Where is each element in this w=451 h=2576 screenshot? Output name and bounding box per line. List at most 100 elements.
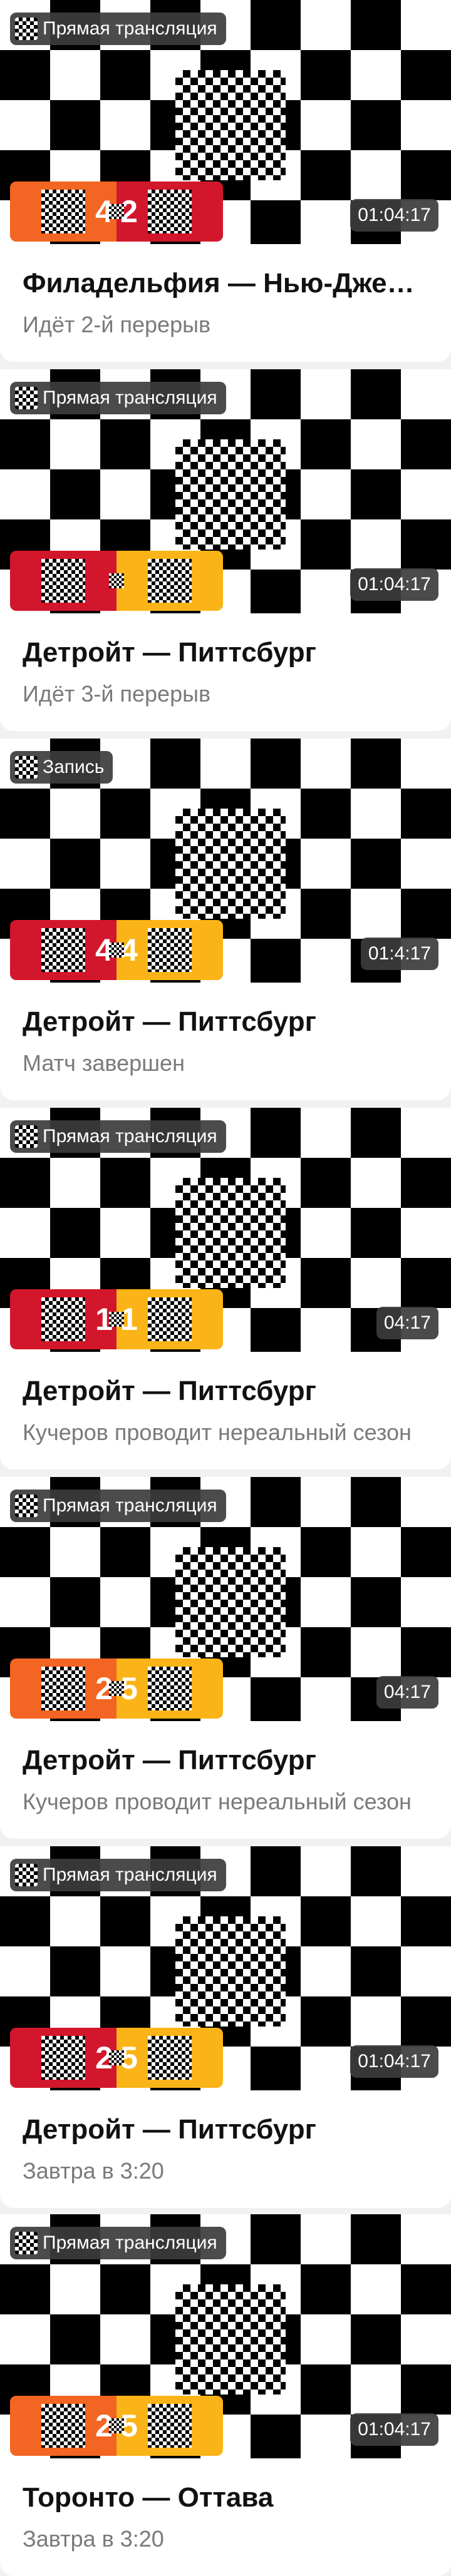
- score-separator-icon: [109, 573, 124, 588]
- broadcast-icon: [15, 18, 38, 40]
- video-card[interactable]: Прямая трансляция 1 1 04:17 Детройт — Пи…: [0, 1108, 451, 1469]
- video-card[interactable]: Прямая трансляция 2 5 01:04:17 Детройт —…: [0, 1846, 451, 2208]
- team-home: [10, 551, 117, 611]
- video-thumbnail[interactable]: Прямая трансляция 1 1 04:17: [0, 1108, 451, 1352]
- broadcast-badge: Прямая трансляция: [10, 1490, 226, 1522]
- broadcast-badge: Прямая трансляция: [10, 1859, 226, 1891]
- thumbnail-pattern: [175, 2284, 286, 2395]
- video-subtitle: Кучеров проводит нереальный сезон: [23, 1419, 412, 1445]
- score-board: 4 4: [10, 920, 223, 980]
- video-duration: 04:17: [376, 1307, 438, 1339]
- video-thumbnail[interactable]: Запись 4 4 01:4:17: [0, 739, 451, 983]
- broadcast-badge: Прямая трансляция: [10, 1120, 226, 1153]
- score-separator-icon: [109, 1681, 124, 1696]
- video-card[interactable]: Прямая трансляция 4 2 01:04:17 Филадельф…: [0, 0, 451, 362]
- team-away: 2: [117, 181, 223, 242]
- video-thumbnail[interactable]: Прямая трансляция 2 5 01:04:17: [0, 2214, 451, 2458]
- badge-label: Прямая трансляция: [43, 1126, 217, 1147]
- team-away: 5: [117, 2396, 223, 2456]
- team-home: 2: [10, 1659, 117, 1719]
- video-title[interactable]: Детройт — Питтсбург: [23, 2114, 430, 2145]
- video-thumbnail[interactable]: Прямая трансляция 4 2 01:04:17: [0, 0, 451, 244]
- badge-label: Прямая трансляция: [43, 2232, 217, 2253]
- video-card[interactable]: Прямая трансляция 2 5 01:04:17 Торонто —…: [0, 2214, 451, 2576]
- thumbnail-pattern: [175, 439, 286, 549]
- broadcast-icon: [15, 2232, 38, 2254]
- score-separator-icon: [109, 2050, 124, 2065]
- broadcast-icon: [15, 387, 38, 409]
- video-duration: 01:04:17: [350, 199, 438, 232]
- score-separator-icon: [109, 2418, 124, 2433]
- badge-label: Прямая трансляция: [43, 1495, 217, 1516]
- video-subtitle: Завтра в 3:20: [23, 2526, 164, 2552]
- team-home: 4: [10, 920, 117, 980]
- thumbnail-pattern: [175, 809, 286, 919]
- badge-label: Прямая трансляция: [43, 18, 217, 39]
- video-card[interactable]: Запись 4 4 01:4:17 Детройт — Питтсбург М…: [0, 739, 451, 1100]
- video-duration: 01:4:17: [360, 938, 438, 970]
- broadcast-badge: Прямая трансляция: [10, 2227, 226, 2259]
- video-thumbnail[interactable]: Прямая трансляция 01:04:17: [0, 369, 451, 613]
- team-home-logo-icon: [41, 1667, 85, 1710]
- broadcast-icon: [15, 1864, 38, 1886]
- video-title[interactable]: Детройт — Питтсбург: [23, 1745, 430, 1776]
- video-duration: 01:04:17: [350, 568, 438, 601]
- video-duration: 01:04:17: [350, 2413, 438, 2446]
- team-home-logo-icon: [41, 1297, 85, 1341]
- video-title[interactable]: Детройт — Питтсбург: [23, 1006, 430, 1038]
- video-card[interactable]: Прямая трансляция 2 5 04:17 Детройт — Пи…: [0, 1477, 451, 1839]
- video-subtitle: Матч завершен: [23, 1050, 185, 1076]
- score-separator-icon: [109, 1312, 124, 1327]
- badge-label: Прямая трансляция: [43, 1864, 217, 1885]
- score-separator-icon: [109, 943, 124, 958]
- video-title[interactable]: Филадельфия — Нью-Джерси: [23, 268, 430, 299]
- team-home-logo-icon: [41, 559, 85, 603]
- team-home-logo-icon: [41, 2404, 85, 2448]
- score-board: 1 1: [10, 1289, 223, 1349]
- broadcast-badge: Прямая трансляция: [10, 382, 226, 414]
- video-subtitle: Кучеров проводит нереальный сезон: [23, 1789, 412, 1814]
- team-away: 5: [117, 2028, 223, 2088]
- recording-icon: [15, 756, 38, 779]
- score-board: [10, 551, 223, 611]
- score-board: 2 5: [10, 2396, 223, 2456]
- recording-badge: Запись: [10, 751, 113, 784]
- thumbnail-pattern: [175, 1547, 286, 1657]
- team-home: 2: [10, 2396, 117, 2456]
- team-home-logo-icon: [41, 928, 85, 972]
- video-duration: 04:17: [376, 1676, 438, 1709]
- video-card[interactable]: Прямая трансляция 01:04:17 Детройт — Пит…: [0, 369, 451, 731]
- broadcast-badge: Прямая трансляция: [10, 13, 226, 45]
- team-away-logo-icon: [148, 559, 192, 603]
- video-title[interactable]: Детройт — Питтсбург: [23, 1376, 430, 1407]
- team-away: 1: [117, 1289, 223, 1349]
- video-title[interactable]: Торонто — Оттава: [23, 2482, 430, 2513]
- video-thumbnail[interactable]: Прямая трансляция 2 5 04:17: [0, 1477, 451, 1721]
- team-away-logo-icon: [148, 190, 192, 233]
- team-away-logo-icon: [148, 2036, 192, 2080]
- team-home-logo-icon: [41, 190, 85, 233]
- video-duration: 01:04:17: [350, 2045, 438, 2078]
- broadcast-icon: [15, 1495, 38, 1517]
- team-home: 2: [10, 2028, 117, 2088]
- team-home: 4: [10, 181, 117, 242]
- team-away-logo-icon: [148, 1667, 192, 1710]
- team-away: 4: [117, 920, 223, 980]
- team-away-logo-icon: [148, 1297, 192, 1341]
- score-board: 4 2: [10, 181, 223, 242]
- thumbnail-pattern: [175, 1916, 286, 2027]
- video-subtitle: Завтра в 3:20: [23, 2158, 164, 2184]
- video-subtitle: Идёт 2-й перерыв: [23, 312, 211, 337]
- team-home-logo-icon: [41, 2036, 85, 2080]
- team-away-logo-icon: [148, 928, 192, 972]
- video-thumbnail[interactable]: Прямая трансляция 2 5 01:04:17: [0, 1846, 451, 2090]
- score-board: 2 5: [10, 2028, 223, 2088]
- video-title[interactable]: Детройт — Питтсбург: [23, 637, 430, 668]
- team-home: 1: [10, 1289, 117, 1349]
- thumbnail-pattern: [175, 1178, 286, 1288]
- score-separator-icon: [109, 204, 124, 219]
- team-away-logo-icon: [148, 2404, 192, 2448]
- team-away: [117, 551, 223, 611]
- badge-label: Прямая трансляция: [43, 387, 217, 408]
- badge-label: Запись: [43, 757, 105, 777]
